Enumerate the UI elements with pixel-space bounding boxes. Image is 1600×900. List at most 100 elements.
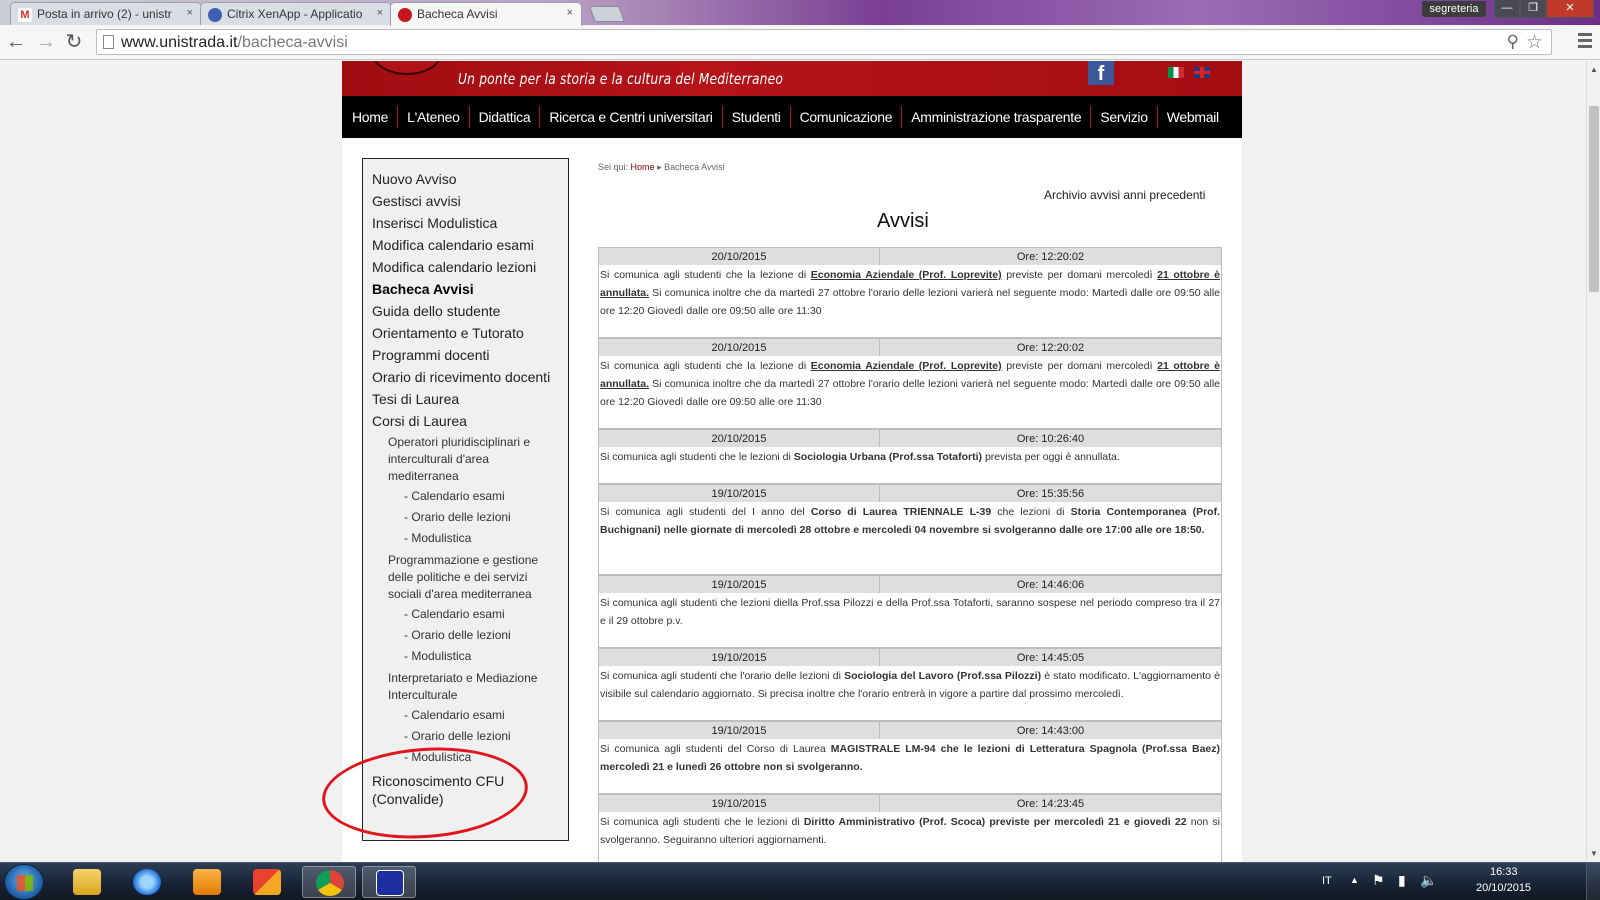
notice-text: previste per domani mercoledì [1001, 269, 1158, 281]
sidebar-item-guida-dello-studente[interactable]: Guida dello studente [372, 303, 500, 319]
sidebar-item-tesi-di-laurea[interactable]: Tesi di Laurea [372, 391, 459, 407]
tab-label: Bacheca Avvisi [417, 7, 498, 21]
sidebar-item-bacheca-avvisi[interactable]: Bacheca Avvisi [372, 281, 474, 297]
tab-bacheca-avvisi[interactable]: Bacheca Avvisi × [390, 2, 582, 26]
address-bar[interactable]: www.unistrada.it/bacheca-avvisi ⚲ ☆ [96, 29, 1552, 55]
sidebar-item-orientamento-e-tutorato[interactable]: Orientamento e Tutorato [372, 325, 524, 341]
browser-tab-strip: M Posta in arrivo (2) - unistr × Citrix … [0, 0, 1600, 26]
sidebar-subitem[interactable]: - Modulistica [404, 531, 471, 545]
reload-icon[interactable]: ↻ [62, 30, 86, 54]
nav-link-servizio[interactable]: Servizio [1091, 109, 1156, 125]
notice-text: Si comunica agli studenti che lezioni di… [600, 597, 1220, 627]
notice-text: Si comunica agli studenti del I anno del [600, 506, 811, 518]
notice-text: Si comunica agli studenti del Corso di L… [600, 743, 831, 755]
sidebar-subitem[interactable]: - Calendario esami [404, 489, 505, 503]
sidebar-course[interactable]: Programmazione e gestione delle politich… [388, 552, 563, 603]
sidebar-item-orario-di-ricevimento-docenti[interactable]: Orario di ricevimento docenti [372, 369, 550, 385]
notice-time: Ore: 14:46:06 [1016, 579, 1085, 591]
sidebar-item-corsi-di-laurea[interactable]: Corsi di Laurea [372, 413, 467, 429]
volume-icon[interactable]: 🔈 [1420, 872, 1437, 889]
browser-toolbar: ← → ↻ www.unistrada.it/bacheca-avvisi ⚲ … [0, 25, 1600, 60]
url-text[interactable]: www.unistrada.it/bacheca-avvisi [121, 34, 348, 52]
italian-flag-icon[interactable] [1168, 67, 1184, 78]
sidebar-course[interactable]: Operatori pluridisciplinari e intercultu… [388, 434, 563, 485]
action-center-flag-icon[interactable]: ⚑ [1372, 872, 1385, 889]
notice-item: 19/10/2015 Ore: 15:35:56 Si comunica agli … [598, 484, 1222, 575]
internet-explorer-icon[interactable] [120, 866, 174, 898]
sidebar-course[interactable]: Interpretariato e Mediazione Intercultur… [388, 670, 563, 704]
citrix-icon [208, 8, 222, 22]
start-button[interactable] [4, 864, 44, 900]
close-icon[interactable]: × [567, 7, 573, 19]
sidebar-item-modifica-calendario-lezioni[interactable]: Modifica calendario lezioni [372, 259, 536, 275]
sidebar-item-inserisci-modulistica[interactable]: Inserisci Modulistica [372, 215, 497, 231]
english-flag-icon[interactable] [1194, 67, 1210, 78]
maximize-icon[interactable]: ❐ [1520, 0, 1546, 18]
clock-date[interactable]: 20/10/2015 [1476, 882, 1531, 894]
sidebar-item-gestisci-avvisi[interactable]: Gestisci avvisi [372, 193, 461, 209]
sidebar-item-nuovo-avviso[interactable]: Nuovo Avviso [372, 171, 457, 187]
facebook-icon[interactable]: f [1088, 61, 1114, 85]
nav-link-studenti[interactable]: Studenti [723, 109, 790, 125]
scrollbar-thumb[interactable] [1589, 106, 1599, 292]
nav-link-home[interactable]: Home [350, 109, 397, 125]
notice-time: Ore: 15:35:56 [1016, 488, 1085, 500]
new-tab-button[interactable] [589, 6, 625, 22]
archive-link[interactable]: Archivio avvisi anni precedenti [1044, 188, 1205, 202]
zoom-icon[interactable]: ⚲ [1507, 32, 1519, 52]
chrome-menu-icon[interactable] [1578, 33, 1592, 51]
notice-text: prevista per oggi è annullata. [982, 451, 1120, 463]
university-logo[interactable] [372, 61, 442, 75]
forward-icon[interactable]: → [34, 30, 58, 54]
explorer-icon[interactable] [60, 866, 114, 898]
show-hidden-icons[interactable]: ▲ [1350, 875, 1359, 885]
office-icon[interactable] [240, 866, 294, 898]
network-icon[interactable]: ▮ [1398, 872, 1406, 889]
show-desktop-button[interactable] [1586, 863, 1600, 900]
sidebar-item-modifica-calendario-esami[interactable]: Modifica calendario esami [372, 237, 534, 253]
sidebar-subitem[interactable]: - Orario delle lezioni [404, 510, 511, 524]
notice-date: 19/10/2015 [599, 485, 880, 502]
notice-body: Si comunica agli studenti che l'orario d… [599, 666, 1221, 720]
scroll-up-icon[interactable]: ▲ [1590, 65, 1598, 74]
tab-citrix[interactable]: Citrix XenApp - Applicatio × [200, 2, 392, 25]
notice-text: Si comunica agli studenti che le lezioni… [600, 451, 794, 463]
breadcrumb-home-link[interactable]: Home [631, 162, 655, 172]
gmail-icon: M [18, 8, 32, 22]
back-icon[interactable]: ← [4, 30, 28, 54]
page-viewport: Un ponte per la storia e la cultura del … [0, 61, 1586, 862]
nav-link-amministrazione-trasparente[interactable]: Amministrazione trasparente [902, 109, 1090, 125]
close-icon[interactable]: × [187, 7, 193, 19]
sidebar-item-programmi-docenti[interactable]: Programmi docenti [372, 347, 490, 363]
sidebar-subitem[interactable]: - Calendario esami [404, 708, 505, 722]
language-indicator[interactable]: IT [1322, 875, 1332, 887]
nav-link-comunicazione[interactable]: Comunicazione [791, 109, 902, 125]
scroll-down-icon[interactable]: ▼ [1590, 849, 1598, 858]
close-icon[interactable]: × [377, 7, 383, 19]
sidebar-subitem[interactable]: - Calendario esami [404, 607, 505, 621]
sidebar-subitem[interactable]: - Modulistica [404, 649, 471, 663]
nav-link-l-ateneo[interactable]: L'Ateneo [398, 109, 468, 125]
notice-item: 20/10/2015 Ore: 12:20:02 Si comunica agli … [598, 247, 1222, 338]
nav-link-webmail[interactable]: Webmail [1158, 109, 1228, 125]
notice-link[interactable]: Economia Aziendale (Prof. Loprevite) [811, 269, 1002, 281]
chrome-icon[interactable] [302, 866, 356, 898]
minimize-icon[interactable]: — [1494, 0, 1520, 18]
nav-link-ricerca-e-centri-universitari[interactable]: Ricerca e Centri universitari [540, 109, 721, 125]
citrix-receiver-icon[interactable] [362, 866, 416, 898]
notice-date: 20/10/2015 [599, 339, 880, 356]
close-window-icon[interactable]: ✕ [1546, 0, 1594, 18]
notice-date: 19/10/2015 [599, 722, 880, 739]
windows-taskbar: IT ▲ ⚑ ▮ 🔈 16:33 20/10/2015 [0, 862, 1600, 900]
page-scrollbar[interactable]: ▲ ▼ [1586, 61, 1600, 862]
notice-bold-text: Sociologia del Lavoro (Prof.ssa Pilozzi) [844, 670, 1042, 682]
media-player-icon[interactable] [180, 866, 234, 898]
tab-gmail[interactable]: M Posta in arrivo (2) - unistr × [10, 2, 202, 25]
profile-button[interactable]: segreteria [1422, 1, 1486, 17]
bookmark-star-icon[interactable]: ☆ [1526, 31, 1543, 54]
sidebar-subitem[interactable]: - Orario delle lezioni [404, 628, 511, 642]
nav-link-didattica[interactable]: Didattica [470, 109, 540, 125]
notice-link[interactable]: Economia Aziendale (Prof. Loprevite) [811, 360, 1002, 372]
sidebar-subitem[interactable]: - Orario delle lezioni [404, 729, 511, 743]
clock-time[interactable]: 16:33 [1490, 866, 1518, 878]
